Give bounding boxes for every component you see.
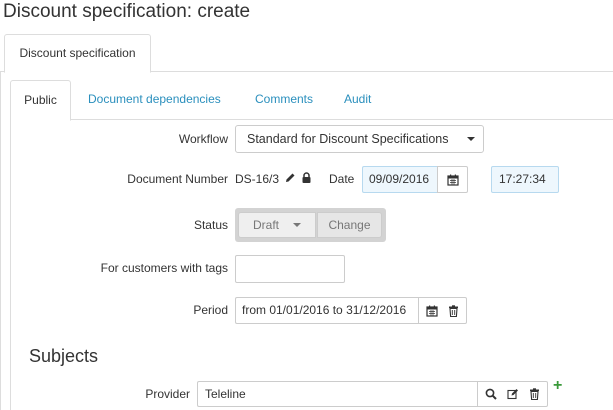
tags-label: For customers with tags — [100, 261, 228, 275]
document-number-label: Document Number — [127, 172, 228, 186]
tab-comments[interactable]: Comments — [255, 80, 313, 120]
date-input[interactable]: 09/09/2016 — [362, 166, 437, 193]
provider-buttons — [477, 381, 548, 407]
customer-tags-input[interactable] — [235, 255, 345, 283]
tab-document-dependencies[interactable]: Document dependencies — [88, 80, 221, 120]
change-status-button[interactable]: Change — [317, 212, 382, 238]
edit-icon[interactable] — [507, 388, 519, 400]
trash-icon[interactable] — [529, 388, 540, 400]
status-label: Status — [193, 218, 228, 232]
workflow-select[interactable]: Standard for Discount Specifications — [235, 125, 484, 153]
chevron-down-icon — [293, 223, 301, 227]
calendar-icon — [447, 174, 459, 186]
workflow-value: Standard for Discount Specifications — [247, 132, 449, 146]
period-buttons — [418, 297, 467, 324]
trash-icon[interactable] — [448, 305, 459, 317]
chevron-down-icon — [467, 137, 475, 141]
inner-tab-bar: Public Document dependencies Comments Au… — [10, 80, 613, 121]
date-picker-button[interactable] — [437, 166, 468, 193]
period-label: Period — [193, 303, 228, 317]
workflow-label: Workflow — [178, 132, 228, 146]
document-number-value: DS-16/3 — [235, 172, 280, 186]
period-input[interactable]: from 01/01/2016 to 31/12/2016 — [235, 297, 418, 324]
status-select[interactable]: Draft — [238, 212, 316, 238]
provider-label: Provider — [145, 387, 190, 401]
add-provider-button[interactable]: + — [553, 378, 562, 394]
tab-public[interactable]: Public — [10, 80, 71, 121]
status-control: Draft Change — [235, 208, 386, 242]
page-title: Discount specification: create — [3, 1, 251, 22]
tab-audit[interactable]: Audit — [344, 80, 371, 120]
tab-discount-specification[interactable]: Discount specification — [4, 34, 151, 73]
outer-tab-bar: Discount specification — [0, 34, 613, 73]
date-label: Date — [329, 172, 355, 186]
time-input[interactable]: 17:27:34 — [491, 166, 559, 193]
calendar-icon[interactable] — [426, 305, 438, 317]
lock-icon — [302, 172, 311, 183]
pencil-icon[interactable] — [284, 172, 296, 184]
search-icon[interactable] — [485, 388, 497, 400]
status-value: Draft — [253, 218, 280, 232]
provider-input[interactable]: Teleline — [197, 381, 477, 407]
subjects-heading: Subjects — [29, 346, 99, 366]
